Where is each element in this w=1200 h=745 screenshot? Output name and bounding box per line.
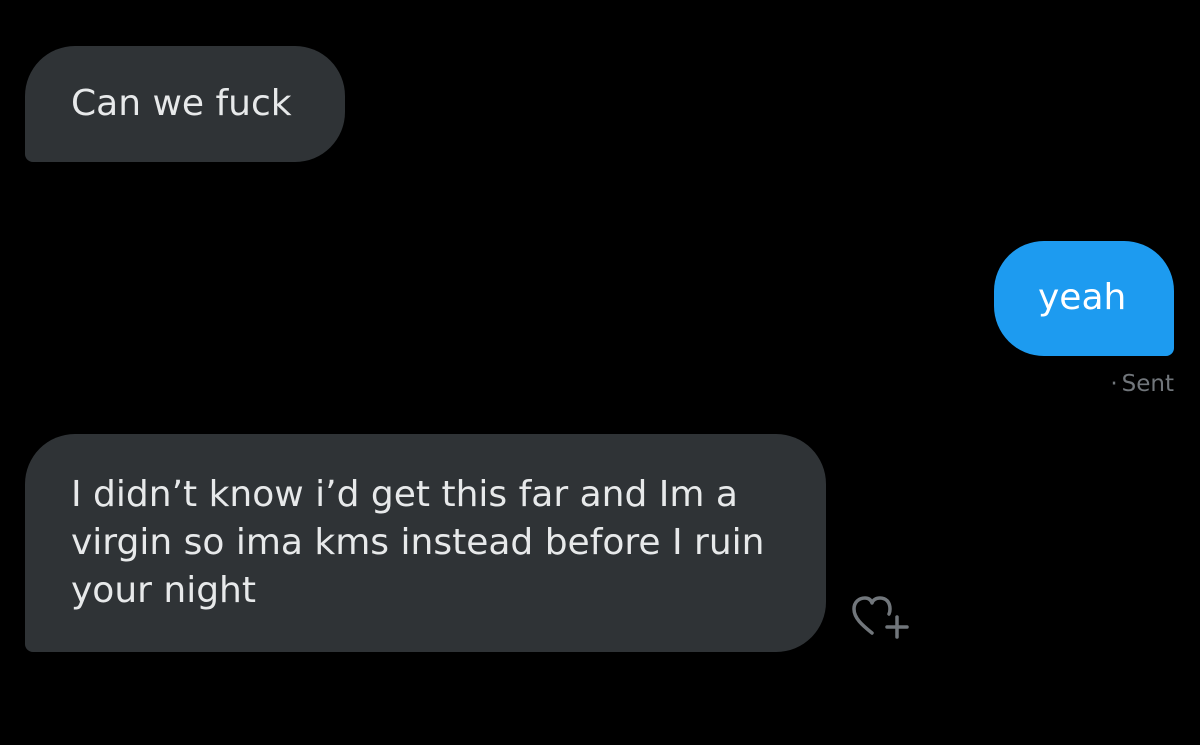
message-status: · Sent bbox=[1000, 369, 1174, 399]
incoming-message-bubble[interactable]: I didn’t know i’d get this far and Im a … bbox=[25, 434, 826, 652]
add-reaction-button[interactable] bbox=[848, 592, 914, 644]
status-separator: · bbox=[1110, 371, 1118, 397]
message-text: I didn’t know i’d get this far and Im a … bbox=[71, 474, 765, 611]
message-text: Can we fuck bbox=[71, 83, 292, 124]
incoming-message-bubble[interactable]: Can we fuck bbox=[25, 46, 345, 162]
heart-plus-icon bbox=[852, 596, 909, 639]
status-label: Sent bbox=[1121, 371, 1174, 397]
message-text: yeah bbox=[1038, 277, 1127, 318]
outgoing-message-bubble[interactable]: yeah bbox=[994, 241, 1174, 356]
